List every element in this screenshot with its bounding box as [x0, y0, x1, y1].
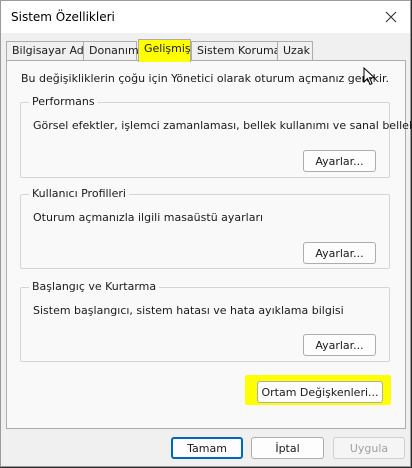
environment-variables-button[interactable]: Ortam Değişkenleri... [257, 381, 383, 403]
close-icon [385, 11, 397, 23]
performance-description: Görsel efektler, işlemci zamanlaması, be… [33, 119, 412, 132]
performance-settings-button[interactable]: Ayarlar... [303, 150, 376, 172]
user-profiles-description: Oturum açmanızla ilgili masaüstü ayarlar… [33, 211, 264, 224]
startup-recovery-group: Başlangıç ve Kurtarma Sistem başlangıcı,… [20, 280, 390, 362]
apply-button[interactable]: Uygula [333, 437, 405, 459]
admin-info-text: Bu değişikliklerin çoğu için Yönetici ol… [21, 72, 390, 85]
tab-computer-name[interactable]: Bilgisayar Adı [6, 41, 87, 61]
ok-button[interactable]: Tamam [171, 437, 243, 459]
system-properties-window: Sistem Özellikleri Bilgisayar Adı Donanı… [0, 0, 412, 467]
close-button[interactable] [372, 1, 410, 33]
tab-system-protection[interactable]: Sistem Koruması [191, 41, 289, 61]
cancel-button[interactable]: İptal [251, 437, 324, 459]
user-profiles-group: Kullanıcı Profilleri Oturum açmanızla il… [20, 187, 390, 269]
performance-group: Performans Görsel efektler, işlemci zama… [20, 95, 412, 178]
performance-group-label: Performans [29, 95, 98, 108]
tab-advanced[interactable]: Gelişmiş [138, 39, 191, 62]
startup-recovery-settings-button[interactable]: Ayarlar... [303, 334, 376, 356]
user-profiles-group-label: Kullanıcı Profilleri [29, 187, 129, 200]
tab-hardware[interactable]: Donanım [83, 41, 139, 61]
startup-recovery-description: Sistem başlangıcı, sistem hatası ve hata… [33, 304, 344, 317]
tab-remote[interactable]: Uzak [277, 41, 313, 61]
user-profiles-settings-button[interactable]: Ayarlar... [303, 242, 376, 264]
mouse-cursor-icon [363, 67, 376, 86]
startup-recovery-group-label: Başlangıç ve Kurtarma [29, 280, 160, 293]
title-bar: Sistem Özellikleri [1, 1, 410, 33]
tab-bar: Bilgisayar Adı Donanım Gelişmiş Sistem K… [6, 39, 405, 62]
window-title: Sistem Özellikleri [11, 10, 115, 24]
